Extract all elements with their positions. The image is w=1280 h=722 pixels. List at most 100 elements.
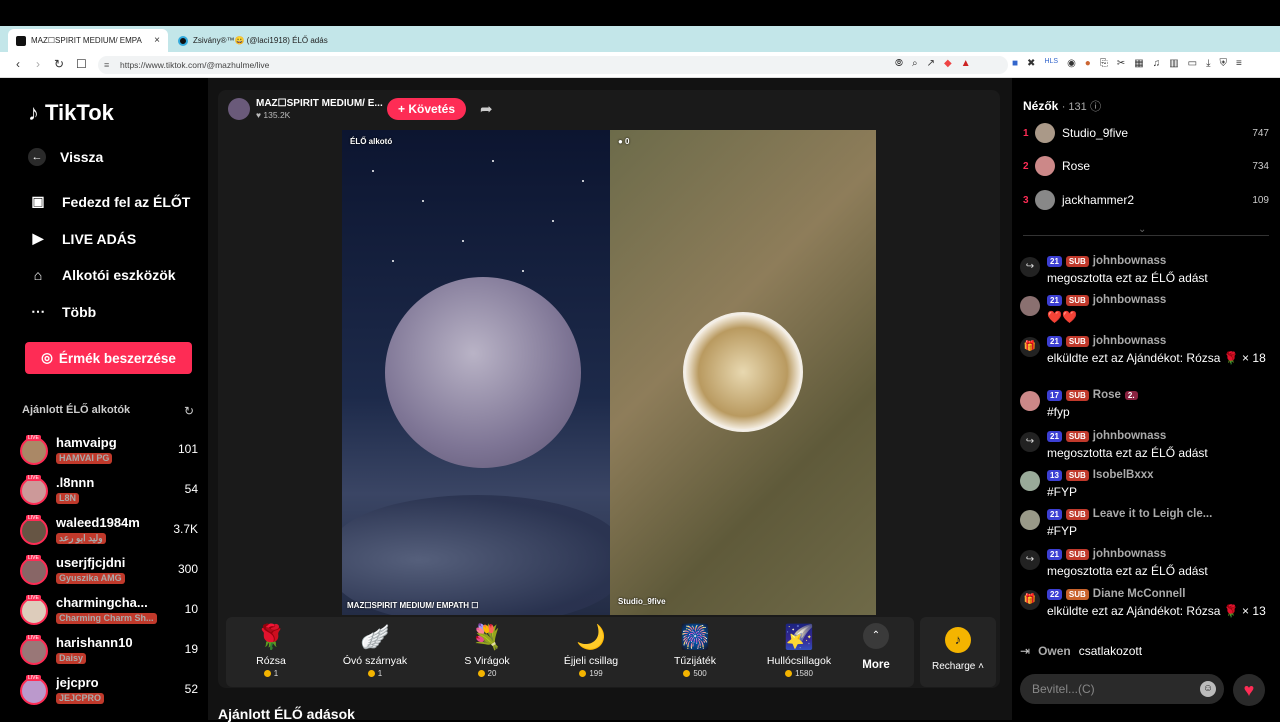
rose-icon: 🌹 bbox=[256, 624, 286, 651]
download-icon[interactable]: ⤓ bbox=[1206, 58, 1210, 69]
extension-icon[interactable]: HLS bbox=[1044, 58, 1058, 69]
viewer-count: 3.7K bbox=[173, 522, 198, 536]
top-viewer-row[interactable]: 3 jackhammer2 109 bbox=[1023, 189, 1269, 211]
shield-icon[interactable]: ⛨ bbox=[1220, 58, 1228, 69]
gift-icon: 🎁 bbox=[1020, 337, 1040, 357]
viewer-score: 109 bbox=[1252, 194, 1269, 206]
site-settings-icon[interactable]: ≡ bbox=[104, 60, 109, 70]
get-coins-label: Érmék beszerzése bbox=[58, 350, 176, 366]
gift-item[interactable]: 🎆 Tűzijáték 500 bbox=[650, 623, 740, 678]
extension-icon[interactable]: ● bbox=[1085, 58, 1091, 69]
back-arrow-icon[interactable]: ‹ bbox=[16, 57, 20, 71]
extension-icon[interactable]: ■ bbox=[1012, 58, 1018, 69]
chat-username[interactable]: IsobelBxxx bbox=[1093, 469, 1154, 481]
video-left[interactable]: ÉLŐ alkotó MAZ☐SPIRIT MEDIUM/ EMPATH ☐ bbox=[342, 130, 610, 615]
music-icon[interactable]: ♫ bbox=[1153, 58, 1161, 69]
page-action-icons: ⦾ ⌕ ↗ ◆ ▲ bbox=[895, 58, 971, 69]
sidebar-item-creator-tools[interactable]: ⌂ Alkotói eszközök bbox=[28, 267, 176, 283]
info-icon[interactable]: ⓘ bbox=[1090, 101, 1101, 113]
creator-row[interactable]: LIVE userjfjcjdni Gyuszika AMG 300 bbox=[20, 555, 198, 591]
tiktok-logo[interactable]: ♪ TikTok bbox=[28, 100, 114, 126]
forward-arrow-icon[interactable]: › bbox=[36, 57, 40, 71]
chat-username[interactable]: Rose bbox=[1093, 389, 1121, 401]
sidebar-item-explore-live[interactable]: ▣ Fedezd fel az ÉLŐT bbox=[28, 193, 190, 210]
tab-close-icon[interactable]: × bbox=[154, 35, 160, 46]
chat-username[interactable]: johnbownass bbox=[1093, 335, 1166, 347]
creator-row[interactable]: LIVE harishann10 Daisy 19 bbox=[20, 635, 198, 671]
creator-row[interactable]: LIVE charmingcha... Charming Charm Sh...… bbox=[20, 595, 198, 631]
bookmark-icon[interactable]: ☐ bbox=[76, 57, 87, 71]
chat-username[interactable]: johnbownass bbox=[1093, 294, 1166, 306]
share-icon[interactable]: ➦ bbox=[480, 100, 493, 118]
refresh-icon[interactable]: ↻ bbox=[184, 404, 194, 418]
wallet-icon[interactable]: ▭ bbox=[1188, 58, 1197, 69]
recharge-button[interactable]: ♪ Recharge ˄ bbox=[920, 617, 996, 687]
reload-icon[interactable]: ↻ bbox=[54, 57, 64, 71]
gift-price: 1 bbox=[226, 669, 316, 678]
chat-username[interactable]: johnbownass bbox=[1093, 548, 1166, 560]
live-badge: LIVE bbox=[26, 635, 41, 641]
url-field[interactable]: ≡ https://www.tiktok.com/@mazhulme/live bbox=[98, 56, 1008, 74]
extension-icon[interactable]: ✖ bbox=[1027, 58, 1035, 69]
tab-inactive[interactable]: Zsivány®™😀 (@laci1918) ÉLŐ adás bbox=[170, 29, 330, 52]
back-link[interactable]: ← Vissza bbox=[28, 148, 103, 166]
flowers-icon: 💐 bbox=[472, 624, 502, 651]
chat-input[interactable]: Bevitel...(C) bbox=[1020, 674, 1224, 704]
creator-name: waleed1984m bbox=[56, 515, 140, 530]
creator-row[interactable]: LIVE jejcpro JEJCPRO 52 bbox=[20, 675, 198, 711]
divider bbox=[1023, 235, 1269, 236]
top-viewer-row[interactable]: 2 Rose 734 bbox=[1023, 155, 1269, 177]
gift-name: Rózsa bbox=[256, 655, 286, 667]
more-gifts-button[interactable]: ⌃ More bbox=[854, 623, 898, 671]
address-bar: ‹ › ↻ ☐ ≡ https://www.tiktok.com/@mazhul… bbox=[0, 52, 1280, 78]
follow-button[interactable]: + Követés bbox=[387, 98, 467, 120]
gift-item[interactable]: 🪽 Óvó szárnyak 1 bbox=[330, 623, 420, 678]
expand-chevron-icon[interactable]: ⌄ bbox=[1138, 224, 1146, 235]
gift-item[interactable]: 🌙 Éjjeli csillag 199 bbox=[546, 623, 636, 678]
chat-text: ❤️❤️ bbox=[1047, 310, 1077, 324]
host-info[interactable]: MAZ☐SPIRIT MEDIUM/ E... ♥ 135.2K bbox=[228, 98, 383, 120]
extension-icon[interactable]: ✂ bbox=[1117, 58, 1125, 69]
extension-icon[interactable]: ◉ bbox=[1067, 58, 1076, 69]
rewards-icon[interactable]: ▲ bbox=[961, 58, 971, 69]
chat-username[interactable]: Diane McConnell bbox=[1093, 588, 1186, 600]
level-badge: 21 bbox=[1047, 294, 1062, 306]
brave-shield-icon[interactable]: ◆ bbox=[944, 58, 952, 69]
gift-item[interactable]: 🌹 Rózsa 1 bbox=[226, 623, 316, 678]
sidebar-item-live-broadcast[interactable]: ▶ LIVE ADÁS bbox=[28, 230, 137, 247]
creator-row[interactable]: LIVE hamvaipg HAMVAI PG 101 bbox=[20, 435, 198, 471]
chat-username[interactable]: Owen bbox=[1038, 644, 1071, 658]
live-badge: LIVE bbox=[26, 675, 41, 681]
heart-icon[interactable]: ♥ bbox=[1233, 674, 1265, 706]
gift-item[interactable]: 🌠 Hullócsillagok 1580 bbox=[754, 623, 844, 678]
chat-text: #FYP bbox=[1047, 524, 1078, 538]
extension-icon[interactable]: ⎘ bbox=[1100, 58, 1108, 69]
share-page-icon[interactable]: ↗ bbox=[927, 58, 935, 69]
chat-username[interactable]: johnbownass bbox=[1093, 430, 1166, 442]
creator-row[interactable]: LIVE .l8nnn L8N 54 bbox=[20, 475, 198, 511]
viewer-count: 10 bbox=[184, 602, 198, 616]
tiktok-app: ♪ TikTok ← Vissza ▣ Fedezd fel az ÉLŐT ▶… bbox=[8, 78, 1280, 722]
back-label: Vissza bbox=[60, 149, 104, 165]
zoom-icon[interactable]: ⌕ bbox=[912, 58, 918, 69]
emoji-icon[interactable]: ☺ bbox=[1200, 681, 1216, 697]
url-text: https://www.tiktok.com/@mazhulme/live bbox=[120, 60, 270, 70]
gift-item[interactable]: 💐 S Virágok 20 bbox=[442, 623, 532, 678]
video-right[interactable]: ● 0 Studio_9five bbox=[610, 130, 876, 615]
top-viewer-row[interactable]: 1 Studio_9five 747 bbox=[1023, 122, 1269, 144]
fireworks-icon: 🎆 bbox=[680, 624, 710, 651]
menu-icon[interactable]: ≡ bbox=[1236, 58, 1242, 69]
avatar bbox=[1035, 156, 1055, 176]
sidebar-icon[interactable]: ▥ bbox=[1169, 58, 1178, 69]
creator-row[interactable]: LIVE waleed1984m وليد ابو رعد 3.7K bbox=[20, 515, 198, 551]
tab-active[interactable]: MAZ☐SPIRIT MEDIUM/ EMPA × bbox=[8, 29, 168, 52]
join-text: csatlakozott bbox=[1078, 644, 1143, 658]
chat-username[interactable]: johnbownass bbox=[1093, 255, 1166, 267]
translate-icon[interactable]: ⦾ bbox=[895, 58, 903, 69]
get-coins-button[interactable]: ◎ Érmék beszerzése bbox=[25, 342, 192, 374]
chat-username[interactable]: Leave it to Leigh cle... bbox=[1093, 508, 1213, 520]
sidebar-item-more[interactable]: ⋯ Több bbox=[28, 303, 96, 320]
live-badge: LIVE bbox=[26, 555, 41, 561]
extensions-icon[interactable]: ▦ bbox=[1134, 58, 1143, 69]
host-avatar[interactable] bbox=[228, 98, 250, 120]
